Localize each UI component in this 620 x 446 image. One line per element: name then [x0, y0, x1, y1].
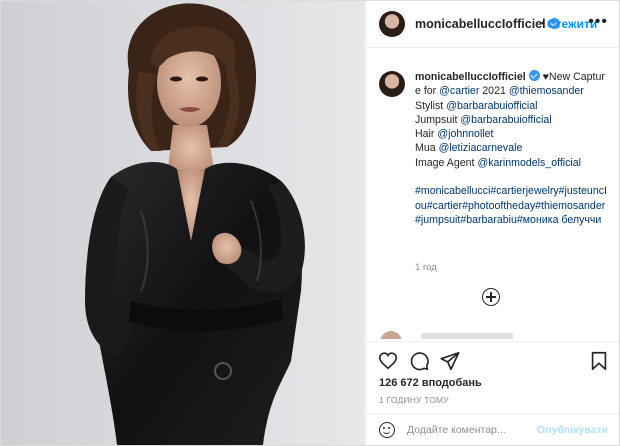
instagram-post: monicabelluccIofficiel • Стежити ••• mon… [0, 0, 620, 446]
caption-link[interactable]: @barbarabuiofficial [460, 114, 551, 126]
caption-link[interactable]: @karinmodels_official [477, 157, 581, 169]
heart-icon[interactable] [377, 350, 399, 372]
caption-link[interactable]: @johnnollet [437, 128, 493, 140]
comment-avatar [380, 331, 402, 339]
caption-link[interactable]: @barbarabuiofficial [446, 100, 537, 112]
caption-link[interactable]: #monicabellucci#cartierjewelry#justeuncI… [415, 185, 607, 226]
emoji-icon[interactable] [379, 422, 395, 438]
caption-area: monicabelluccIofficiel ♥New Capture for … [367, 61, 619, 331]
post-header: monicabelluccIofficiel • Стежити ••• [367, 1, 619, 48]
comment-icon[interactable] [408, 350, 430, 372]
caption-fragment: 2021 [479, 85, 509, 98]
caption-username[interactable]: monicabelluccIofficiel [415, 71, 526, 83]
caption-fragment: Mua [415, 142, 439, 155]
caption-fragment: Jumpsuit [415, 113, 461, 126]
header-username[interactable]: monicabelluccIofficiel [415, 17, 560, 31]
header-username-text[interactable]: monicabelluccIofficiel [415, 17, 546, 31]
comment-bar: Опублікувати [367, 413, 619, 445]
caption-fragment: Image Agent [415, 156, 478, 169]
bookmark-icon[interactable] [588, 350, 610, 372]
caption-text: monicabelluccIofficiel ♥New Capture for … [415, 70, 610, 227]
comment-username-blur [421, 333, 513, 339]
publish-button[interactable]: Опублікувати [537, 424, 608, 436]
avatar[interactable] [379, 11, 405, 37]
post-sidebar: monicabelluccIofficiel • Стежити ••• mon… [366, 1, 619, 445]
caption-link[interactable]: @cartier [439, 85, 479, 97]
more-options-icon[interactable]: ••• [588, 13, 608, 31]
photo-illustration [85, 3, 305, 445]
load-more-comments-icon[interactable] [482, 288, 500, 306]
caption-body: ♥New Capture for @cartier 2021 @thiemosa… [415, 71, 607, 226]
post-photo[interactable] [1, 1, 365, 445]
likes-count[interactable]: 126 672 вподобань [379, 377, 482, 389]
header-separator: • [541, 16, 546, 30]
caption-link[interactable]: @thiemosander [509, 85, 584, 97]
caption-verified-icon [528, 70, 540, 81]
share-icon[interactable] [439, 350, 461, 372]
next-comment-peek [377, 331, 615, 339]
post-actions: 126 672 вподобань 1 ГОДИНУ ТОМУ Опубліку… [367, 341, 619, 445]
caption-time-ago: 1 год [415, 262, 437, 273]
caption-fragment: Hair [415, 128, 438, 141]
caption-fragment: Stylist [415, 99, 447, 112]
post-timestamp: 1 ГОДИНУ ТОМУ [379, 395, 449, 405]
comment-input[interactable] [407, 420, 557, 440]
caption-link[interactable]: @letiziacarnevale [439, 142, 523, 154]
caption-avatar[interactable] [379, 71, 405, 97]
